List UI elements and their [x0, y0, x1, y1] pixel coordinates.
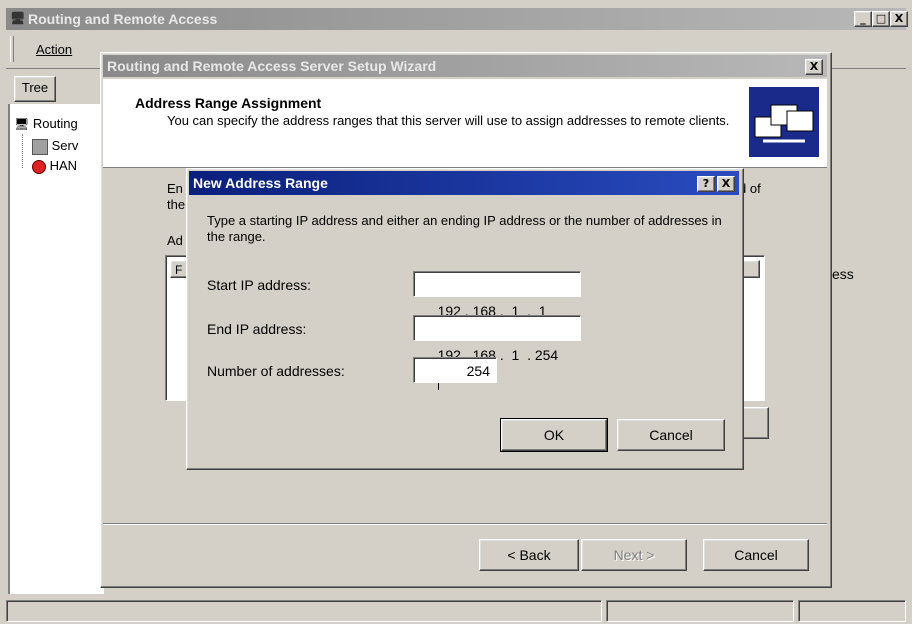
main-title-bar[interactable]: 🖥 Routing and Remote Access _ □ X — [6, 8, 908, 30]
start-ip-label: Start IP address: — [207, 277, 312, 293]
right-pane-partial-text: ess — [832, 266, 854, 282]
wizard-close-button[interactable]: X — [805, 59, 823, 75]
tree-pane: 🖥 Routing Serv HAN — [8, 104, 104, 594]
server-stopped-icon — [32, 159, 46, 174]
close-button[interactable]: X — [890, 11, 908, 27]
wizard-body-text-1: En — [167, 181, 183, 196]
next-button[interactable]: Next > — [581, 539, 687, 571]
dialog-title: New Address Range — [193, 175, 328, 191]
tree-item-routing-label: Routing — [32, 116, 78, 131]
minimize-button[interactable]: _ — [854, 11, 872, 27]
new-address-range-dialog: New Address Range ? X Type a starting IP… — [186, 168, 744, 470]
list-column-header-label: F — [175, 263, 183, 277]
wizard-cancel-button-label: Cancel — [734, 547, 778, 563]
tree-item-routing[interactable]: 🖥 Routing — [14, 116, 78, 131]
server-icon — [32, 138, 48, 155]
ok-button-label: OK — [543, 427, 565, 443]
wizard-address-ranges-label: Ad — [167, 233, 183, 248]
main-window-title: Routing and Remote Access — [28, 11, 218, 27]
start-ip-field[interactable]: 192 . 168 . 1 . 1 — [413, 271, 581, 319]
status-pane-1 — [6, 600, 602, 622]
wizard-title-bar[interactable]: Routing and Remote Access Server Setup W… — [103, 55, 827, 77]
tree-tab-label: Tree — [21, 80, 49, 95]
server-console-icon: 🖥 — [14, 117, 30, 131]
number-of-addresses-field[interactable]: 254 — [413, 357, 497, 383]
wizard-body-text-2: the — [167, 197, 186, 212]
dialog-instructions: Type a starting IP address and either an… — [207, 213, 722, 244]
wizard-header-title: Address Range Assignment — [135, 95, 322, 111]
maximize-button[interactable]: □ — [872, 11, 890, 27]
tree-item-server-status-label: Serv — [51, 138, 79, 153]
action-menu[interactable]: Action — [36, 42, 72, 57]
status-pane-3 — [798, 600, 906, 622]
tree-item-server-status[interactable]: Serv — [32, 138, 78, 155]
status-pane-2 — [606, 600, 794, 622]
end-ip-label: End IP address: — [207, 321, 307, 337]
wizard-header-description: You can specify the address ranges that … — [167, 113, 730, 128]
number-of-addresses-label: Number of addresses: — [207, 363, 345, 379]
end-ip-field[interactable]: 192 . 168 . 1 . 254 — [413, 315, 581, 391]
toolbar-grip — [10, 36, 14, 62]
help-button[interactable]: ? — [697, 176, 715, 192]
console-icon: 🖥 — [10, 11, 26, 25]
dialog-close-button[interactable]: X — [717, 176, 735, 192]
dialog-cancel-button-label: Cancel — [649, 427, 693, 443]
wizard-network-icon — [749, 87, 819, 157]
tree-item-han[interactable]: HAN — [32, 158, 77, 174]
tree-tab[interactable]: Tree — [14, 76, 56, 102]
next-button-label: Next > — [613, 547, 655, 563]
status-bar — [6, 598, 906, 624]
back-button-label: < Back — [507, 547, 551, 563]
dialog-title-bar[interactable]: New Address Range ? X — [189, 171, 739, 195]
ok-button[interactable]: OK — [500, 418, 608, 452]
tree-item-han-label: HAN — [49, 158, 78, 173]
wizard-title: Routing and Remote Access Server Setup W… — [107, 58, 437, 74]
wizard-header: Address Range Assignment You can specify… — [103, 79, 827, 168]
number-of-addresses-value: 254 — [466, 363, 490, 379]
wizard-cancel-button[interactable]: Cancel — [703, 539, 809, 571]
dialog-cancel-button[interactable]: Cancel — [617, 419, 725, 451]
wizard-separator — [103, 523, 827, 525]
back-button[interactable]: < Back — [479, 539, 579, 571]
